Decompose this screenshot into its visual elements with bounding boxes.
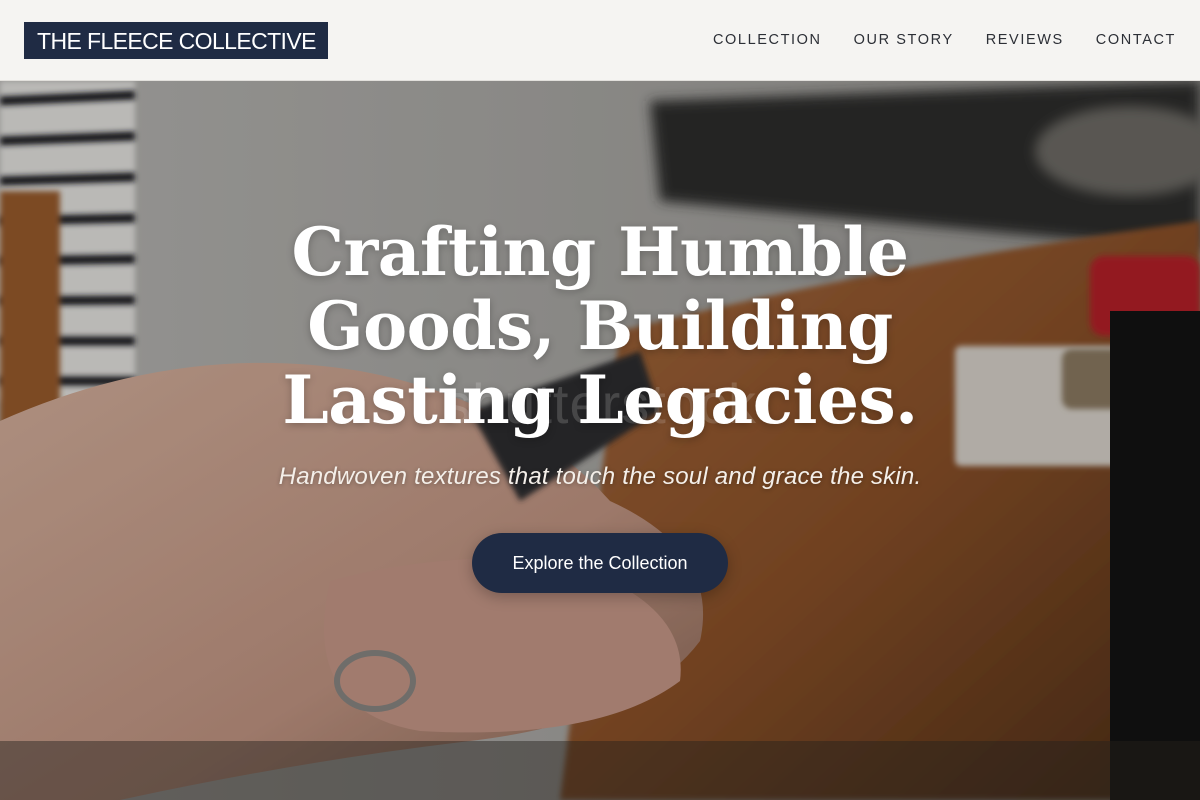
site-logo[interactable]: THE FLEECE COLLECTIVE	[24, 21, 328, 59]
explore-collection-button[interactable]: Explore the Collection	[472, 533, 728, 593]
hero-subtitle: Handwoven textures that touch the soul a…	[278, 463, 922, 490]
hero-content: Crafting Humble Goods, Building Lasting …	[0, 215, 1200, 593]
hero-section: shutterstock Crafting Humble Goods, Buil…	[0, 81, 1200, 800]
hero-title: Crafting Humble Goods, Building Lasting …	[282, 213, 918, 439]
nav-link-reviews[interactable]: REVIEWS	[986, 32, 1064, 48]
nav-link-collection[interactable]: COLLECTION	[713, 32, 822, 48]
nav-link-contact[interactable]: CONTACT	[1096, 32, 1176, 48]
site-header: THE FLEECE COLLECTIVE COLLECTION OUR STO…	[0, 0, 1200, 81]
main-nav: COLLECTION OUR STORY REVIEWS CONTACT	[713, 32, 1176, 48]
nav-link-our-story[interactable]: OUR STORY	[854, 32, 954, 48]
